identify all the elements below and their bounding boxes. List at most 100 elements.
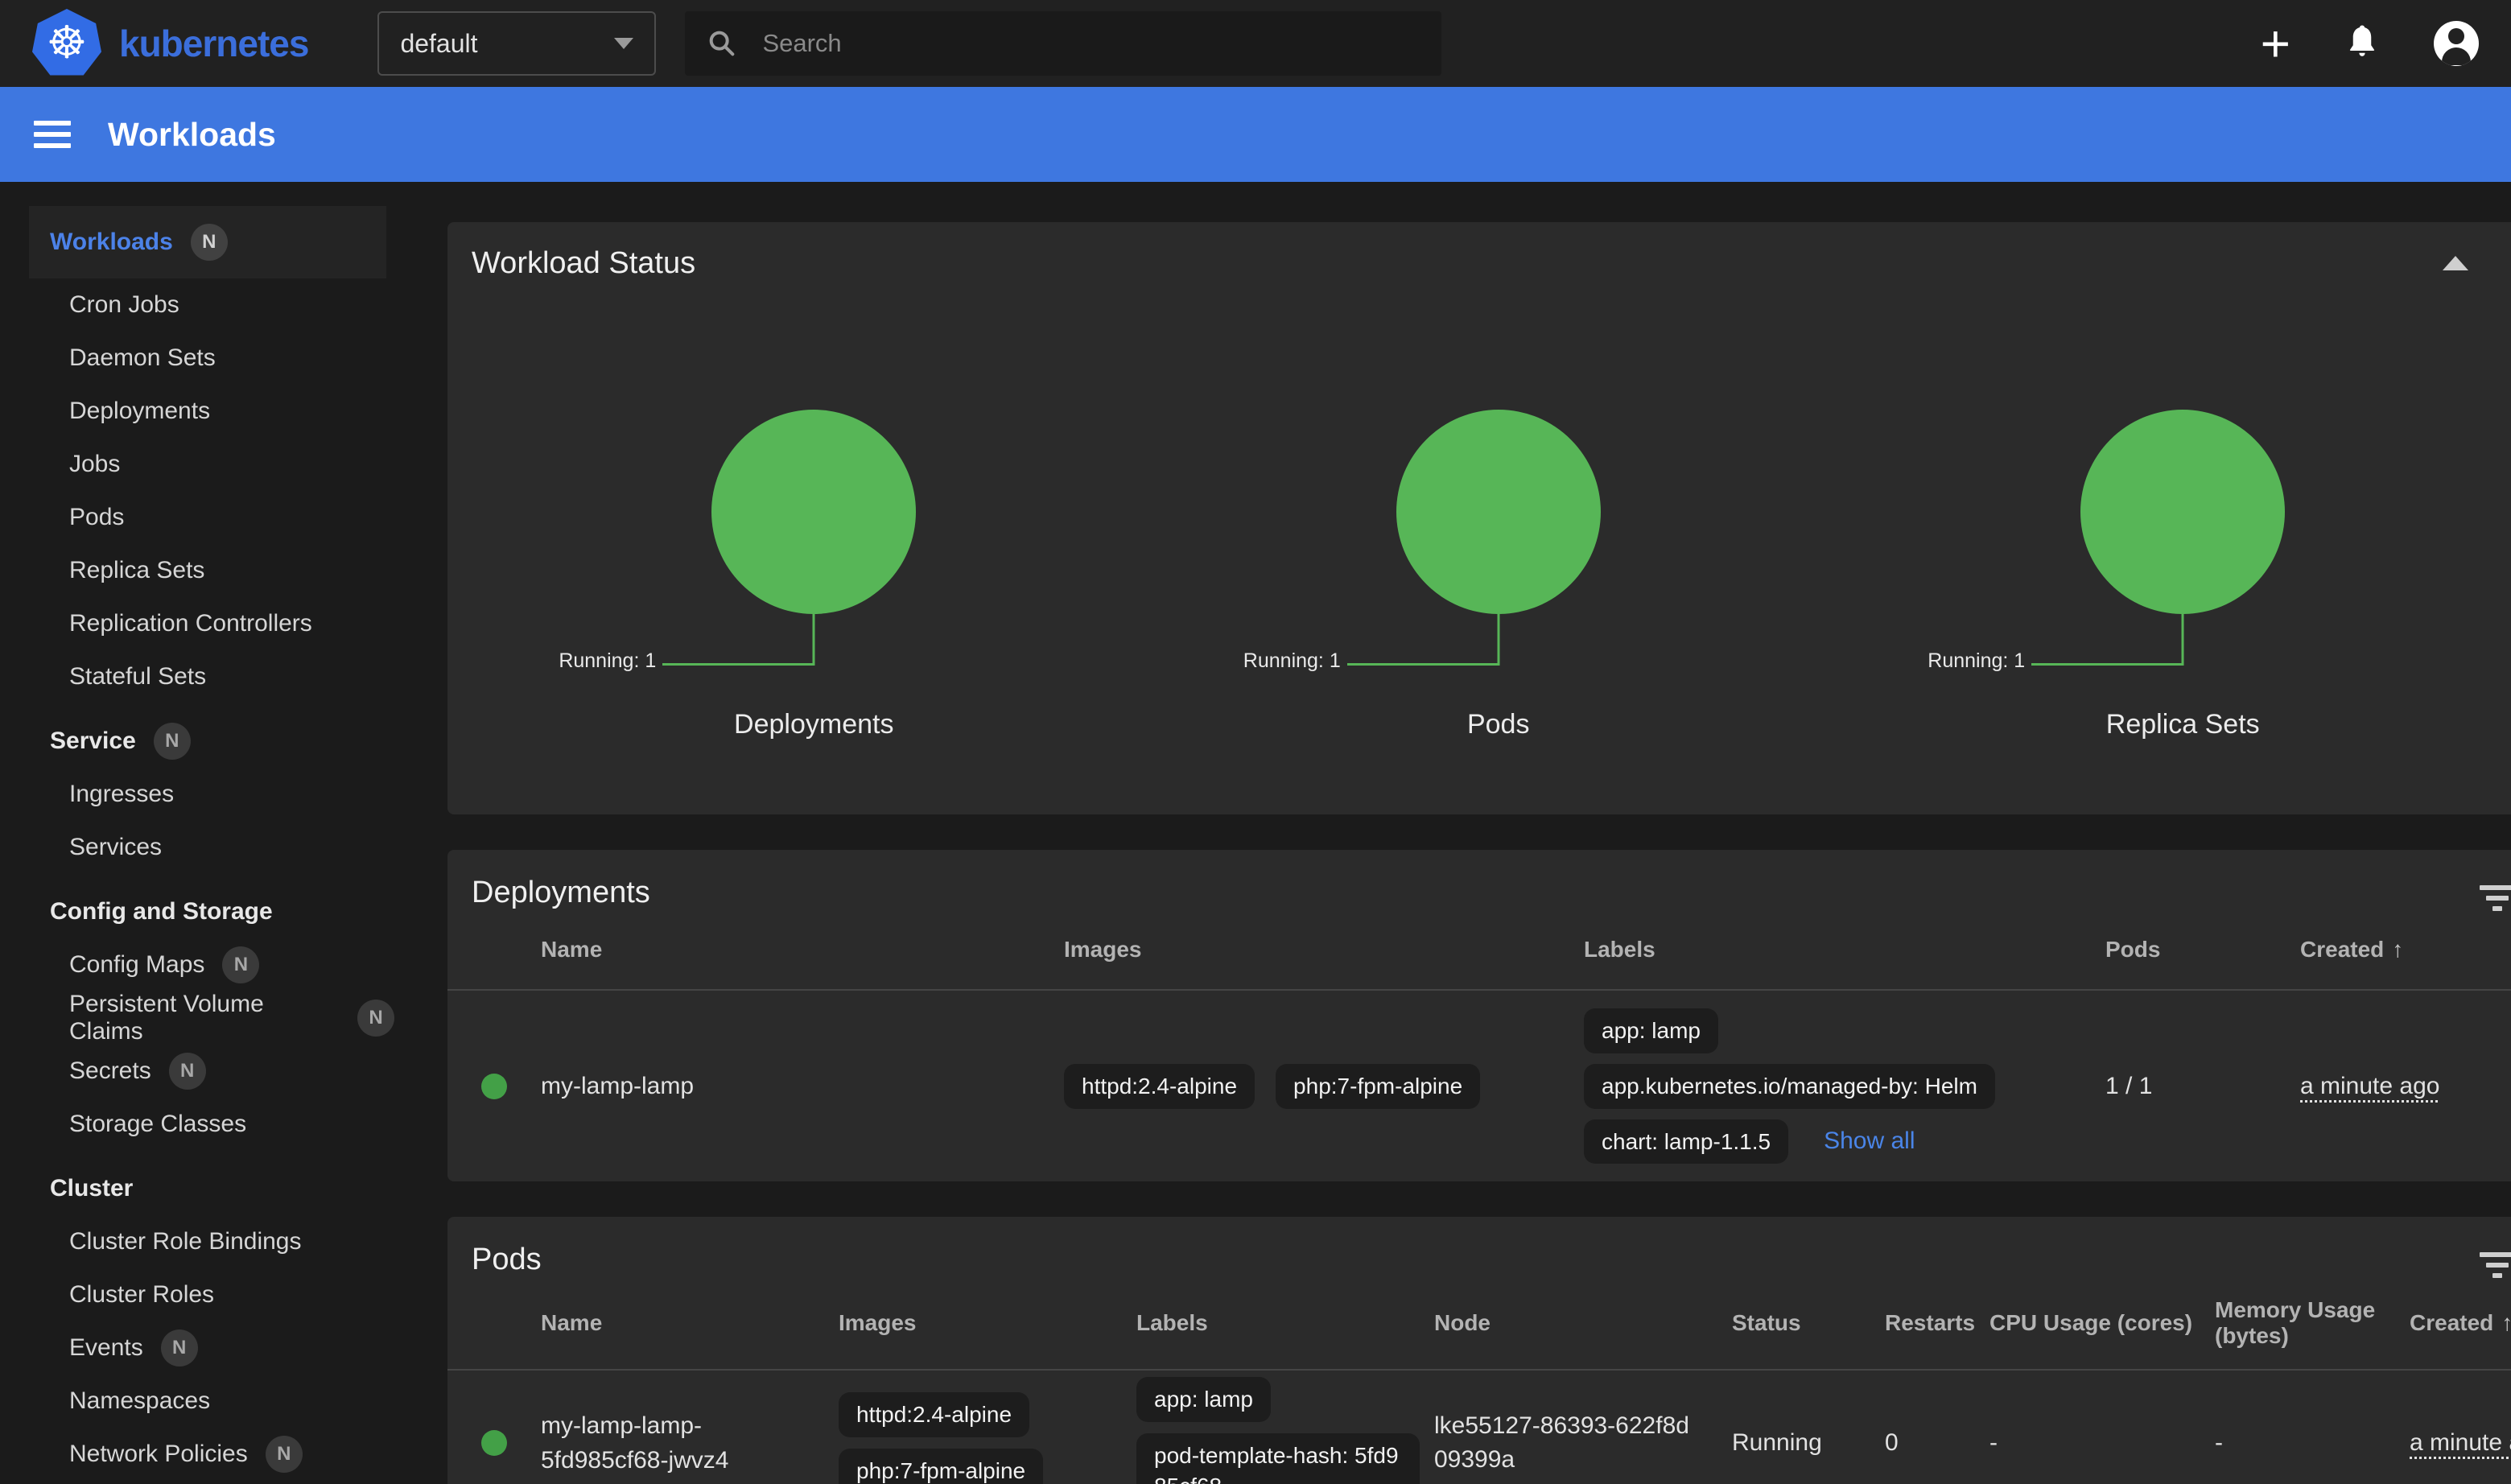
new-badge: N [266,1436,303,1473]
label-chip: pod-template-hash: 5fd985cf68 [1136,1433,1420,1484]
workload-status-title: Workload Status [472,246,2511,281]
deployment-images: httpd:2.4-alpine php:7-fpm-alpine [1064,1064,1584,1109]
sidebar-item-namespaces[interactable]: Namespaces [0,1375,394,1428]
search-icon [706,27,738,60]
col-pods[interactable]: Pods [2105,937,2300,963]
col-node[interactable]: Node [1434,1310,1732,1336]
sidebar-item-jobs[interactable]: Jobs [0,438,394,491]
deployment-created[interactable]: a minute ago [2300,1073,2511,1100]
pod-status: Running [1732,1429,1885,1457]
page-title: Workloads [108,116,276,154]
sidebar-item-label: Workloads [50,229,173,256]
sidebar-item-cluster-role-bindings[interactable]: Cluster Role Bindings [0,1215,394,1268]
col-cpu[interactable]: CPU Usage (cores) [1989,1310,2215,1336]
status-ok-icon [481,1074,507,1099]
sidebar-item-storage-classes[interactable]: Storage Classes [0,1098,394,1151]
label-chip: app: lamp [1584,1008,1718,1053]
deployment-labels: app: lamp app.kubernetes.io/managed-by: … [1584,991,2105,1181]
image-chip: httpd:2.4-alpine [839,1392,1029,1437]
pie-callout: Running: 1 [1928,649,2025,673]
deployments-title: Deployments [447,876,2511,910]
deployment-pods-count: 1 / 1 [2105,1073,2300,1100]
sidebar-item-pods[interactable]: Pods [0,491,394,544]
sidebar-item-network-policies[interactable]: Network Policies N [0,1428,394,1481]
deployments-table-header: Name Images Labels Pods Created↑ [447,910,2511,991]
pie-callout: Running: 1 [1243,649,1341,673]
sidebar-item-persistent-volume-claims[interactable]: Persistent Volume Claims N [0,991,394,1045]
filter-icon[interactable] [2480,1252,2511,1284]
deployments-card: Deployments Name Images Labels Pods Crea… [447,850,2511,1181]
image-chip: php:7-fpm-alpine [839,1449,1043,1484]
deployment-name-link[interactable]: my-lamp-lamp [541,1073,1064,1100]
sidebar-item-replica-sets[interactable]: Replica Sets [0,544,394,597]
sidebar-item-ingresses[interactable]: Ingresses [0,768,394,821]
col-name[interactable]: Name [541,1310,839,1336]
namespace-value: default [400,29,614,59]
pie-caption: Pods [1156,709,1840,740]
col-created[interactable]: Created↑ [2410,1310,2511,1336]
pie-caption: Deployments [472,709,1156,740]
new-badge: N [161,1329,198,1367]
account-avatar-icon[interactable] [2434,21,2479,66]
col-labels[interactable]: Labels [1584,937,2105,963]
new-badge: N [222,946,259,983]
top-bar: ☸ kubernetes default + [0,0,2511,87]
pods-card: Pods Name Images Labels Node Status Rest… [447,1217,2511,1484]
create-resource-button[interactable]: + [2261,18,2290,69]
pie-running [711,410,916,614]
image-chip: httpd:2.4-alpine [1064,1064,1255,1109]
collapse-chevron-up-icon[interactable] [2443,256,2468,270]
show-all-link[interactable]: Show all [1824,1127,1915,1155]
chevron-down-icon [614,38,633,49]
image-chip: php:7-fpm-alpine [1276,1064,1480,1109]
pie-caption: Replica Sets [1841,709,2511,740]
col-status[interactable]: Status [1732,1310,1885,1336]
sidebar-item-stateful-sets[interactable]: Stateful Sets [0,650,394,703]
notifications-bell-icon[interactable] [2340,22,2384,65]
new-badge: N [357,1000,394,1037]
sidebar-item-services[interactable]: Services [0,821,394,874]
sidebar-nav: Workloads N Cron Jobs Daemon Sets Deploy… [0,182,394,1484]
label-chip: app.kubernetes.io/managed-by: Helm [1584,1064,1995,1109]
pod-memory-usage: - [2215,1429,2410,1457]
sidebar-item-service[interactable]: Service N [0,715,394,768]
pod-images: httpd:2.4-alpine php:7-fpm-alpine [839,1392,1136,1484]
col-images[interactable]: Images [839,1310,1136,1336]
sidebar-item-events[interactable]: Events N [0,1321,394,1375]
sidebar-item-config-maps[interactable]: Config Maps N [0,938,394,991]
filter-icon[interactable] [2480,885,2511,917]
col-created[interactable]: Created↑ [2300,937,2511,963]
col-name[interactable]: Name [541,937,1064,963]
sidebar-item-workloads[interactable]: Workloads N [29,206,386,278]
sidebar-item-daemon-sets[interactable]: Daemon Sets [0,332,394,385]
sidebar-item-cron-jobs[interactable]: Cron Jobs [0,278,394,332]
label-chip: chart: lamp-1.1.5 [1584,1119,1788,1165]
sort-ascending-icon: ↑ [2501,1310,2511,1335]
app-bar: Workloads [0,87,2511,182]
pod-name-link[interactable]: my-lamp-lamp-5fd985cf68-jwvz4 [541,1408,839,1478]
deployment-table-row[interactable]: my-lamp-lamp httpd:2.4-alpine php:7-fpm-… [447,991,2511,1181]
new-badge: N [154,723,191,760]
col-labels[interactable]: Labels [1136,1310,1434,1336]
search-bar[interactable] [685,11,1441,76]
sidebar-item-secrets[interactable]: Secrets N [0,1045,394,1098]
pie-running [2080,410,2285,614]
pod-labels: app: lamp pod-template-hash: 5fd985cf68 [1136,1377,1434,1484]
search-input[interactable] [762,29,1390,58]
sidebar-item-replication-controllers[interactable]: Replication Controllers [0,597,394,650]
deployments-pie-chart: Running: 1 Deployments [472,410,1156,756]
sidebar-item-cluster-roles[interactable]: Cluster Roles [0,1268,394,1321]
label-chip: app: lamp [1136,1377,1271,1422]
pie-running [1396,410,1601,614]
col-images[interactable]: Images [1064,937,1584,963]
col-memory[interactable]: Memory Usage (bytes) [2215,1297,2410,1349]
sidebar-item-deployments[interactable]: Deployments [0,385,394,438]
namespace-selector[interactable]: default [377,11,656,76]
pods-pie-chart: Running: 1 Pods [1156,410,1840,756]
pod-cpu-usage: - [1989,1429,2215,1457]
menu-hamburger-icon[interactable] [34,114,71,155]
pod-table-row[interactable]: my-lamp-lamp-5fd985cf68-jwvz4 httpd:2.4-… [447,1371,2511,1484]
col-restarts[interactable]: Restarts [1885,1310,1989,1336]
pod-created[interactable]: a minute ago [2410,1429,2511,1457]
pod-restarts: 0 [1885,1429,1989,1457]
